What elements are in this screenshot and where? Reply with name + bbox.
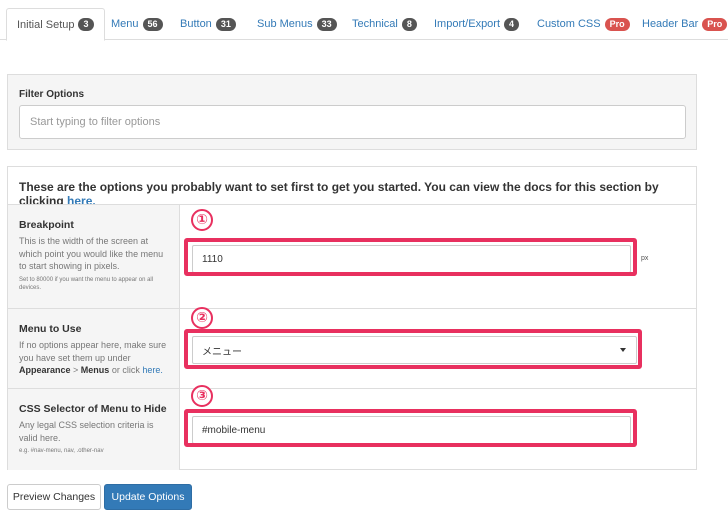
marker-2: ② xyxy=(191,307,213,329)
menu-desc-separator: > xyxy=(70,365,81,375)
tab-label: Technical xyxy=(352,18,398,30)
menu-desc-text: If no options appear here, make sure you… xyxy=(19,340,167,363)
tab-import-export[interactable]: Import/Export 4 xyxy=(424,8,529,40)
menu-label-cell: Menu to Use If no options appear here, m… xyxy=(8,309,180,388)
appearance-label: Appearance xyxy=(19,365,71,375)
tab-initial-setup[interactable]: Initial Setup 3 xyxy=(6,8,105,41)
pro-badge: Pro xyxy=(604,17,630,31)
tab-menu[interactable]: Menu 56 xyxy=(101,8,173,40)
css-selector-title: CSS Selector of Menu to Hide xyxy=(19,403,167,415)
count-badge: 33 xyxy=(316,17,337,31)
marker-1: ① xyxy=(191,209,213,231)
breakpoint-unit: px xyxy=(641,255,649,262)
marker-3: ③ xyxy=(191,385,213,407)
breakpoint-description: This is the width of the screen at which… xyxy=(19,236,164,271)
menus-link[interactable]: here. xyxy=(142,365,163,375)
breakpoint-title: Breakpoint xyxy=(19,219,74,231)
menu-row: Menu to Use If no options appear here, m… xyxy=(8,307,696,388)
css-selector-description: Any legal CSS selection criteria is vali… xyxy=(19,420,154,443)
tab-button[interactable]: Button 31 xyxy=(170,8,246,40)
tab-label: Button xyxy=(180,18,212,30)
css-selector-label-cell: CSS Selector of Menu to Hide Any legal C… xyxy=(8,389,180,470)
tab-label: Sub Menus xyxy=(257,18,313,30)
filter-input[interactable] xyxy=(19,105,686,139)
breakpoint-label-cell: Breakpoint This is the width of the scre… xyxy=(8,205,180,308)
menu-title: Menu to Use xyxy=(19,323,82,335)
count-badge: 56 xyxy=(142,17,163,31)
tab-label: Initial Setup xyxy=(17,18,75,31)
menu-desc-text-2: or click xyxy=(109,365,143,375)
highlight-box-2 xyxy=(184,329,642,369)
tab-sub-menus[interactable]: Sub Menus 33 xyxy=(247,8,347,40)
tab-header-bar[interactable]: Header Bar Pro xyxy=(632,8,728,40)
css-selector-row: CSS Selector of Menu to Hide Any legal C… xyxy=(8,385,696,470)
pro-badge: Pro xyxy=(702,17,728,31)
menu-description: If no options appear here, make sure you… xyxy=(19,339,169,377)
tab-label: Import/Export xyxy=(434,18,501,30)
highlight-box-1 xyxy=(184,238,637,276)
tab-bar: Initial Setup 3 Menu 56 Button 31 Sub Me… xyxy=(0,0,728,41)
breakpoint-hint: Set to 80000 if you want the menu to app… xyxy=(19,276,154,291)
settings-panel: These are the options you probably want … xyxy=(7,166,697,470)
breakpoint-row: Breakpoint This is the width of the scre… xyxy=(8,204,696,308)
tab-label: Header Bar xyxy=(642,18,699,30)
update-options-button[interactable]: Update Options xyxy=(104,484,192,510)
count-badge: 8 xyxy=(401,17,417,31)
tab-custom-css[interactable]: Custom CSS Pro xyxy=(527,8,640,40)
count-badge: 31 xyxy=(215,17,236,31)
filter-title: Filter Options xyxy=(19,89,84,100)
filter-panel: Filter Options xyxy=(7,74,697,150)
highlight-box-3 xyxy=(184,409,637,447)
tab-label: Menu xyxy=(111,18,139,30)
preview-changes-button[interactable]: Preview Changes xyxy=(7,484,101,510)
tab-label: Custom CSS xyxy=(537,18,601,30)
menus-label: Menus xyxy=(80,365,110,375)
count-badge: 4 xyxy=(504,17,520,31)
css-selector-hint: e.g. #nav-menu, nav, .other-nav xyxy=(19,448,104,454)
count-badge: 3 xyxy=(78,18,94,31)
tab-technical[interactable]: Technical 8 xyxy=(342,8,427,40)
